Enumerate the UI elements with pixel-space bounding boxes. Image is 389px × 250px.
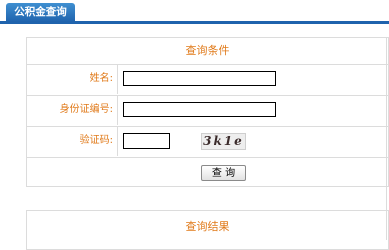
query-submit-button[interactable]: 查 询 — [201, 165, 246, 181]
name-input[interactable] — [123, 71, 276, 86]
captcha-row: 验证码: 3k1e — [27, 126, 388, 157]
tab-divider — [0, 21, 389, 24]
row-divider — [117, 65, 118, 94]
captcha-label: 验证码: — [79, 135, 113, 146]
tab-fund-query[interactable]: 公积金查询 — [6, 3, 75, 22]
row-divider — [117, 96, 118, 125]
captcha-input[interactable] — [123, 133, 170, 149]
tab-bar: 公积金查询 — [0, 0, 389, 24]
name-row: 姓名: — [27, 64, 388, 95]
row-divider — [117, 127, 118, 156]
captcha-image[interactable]: 3k1e — [201, 133, 246, 150]
name-label: 姓名: — [89, 73, 113, 84]
id-number-input[interactable] — [123, 102, 276, 117]
query-results-title: 查询结果 — [185, 220, 230, 233]
query-conditions-panel: 查询条件 姓名: 身份证编号: 验证码: 3k1e 查 询 — [26, 37, 389, 187]
id-number-label: 身份证编号: — [59, 104, 113, 115]
query-results-panel: 查询结果 — [26, 210, 389, 250]
submit-row: 查 询 — [27, 157, 388, 188]
id-number-row: 身份证编号: — [27, 95, 388, 126]
query-conditions-title: 查询条件 — [185, 44, 230, 57]
